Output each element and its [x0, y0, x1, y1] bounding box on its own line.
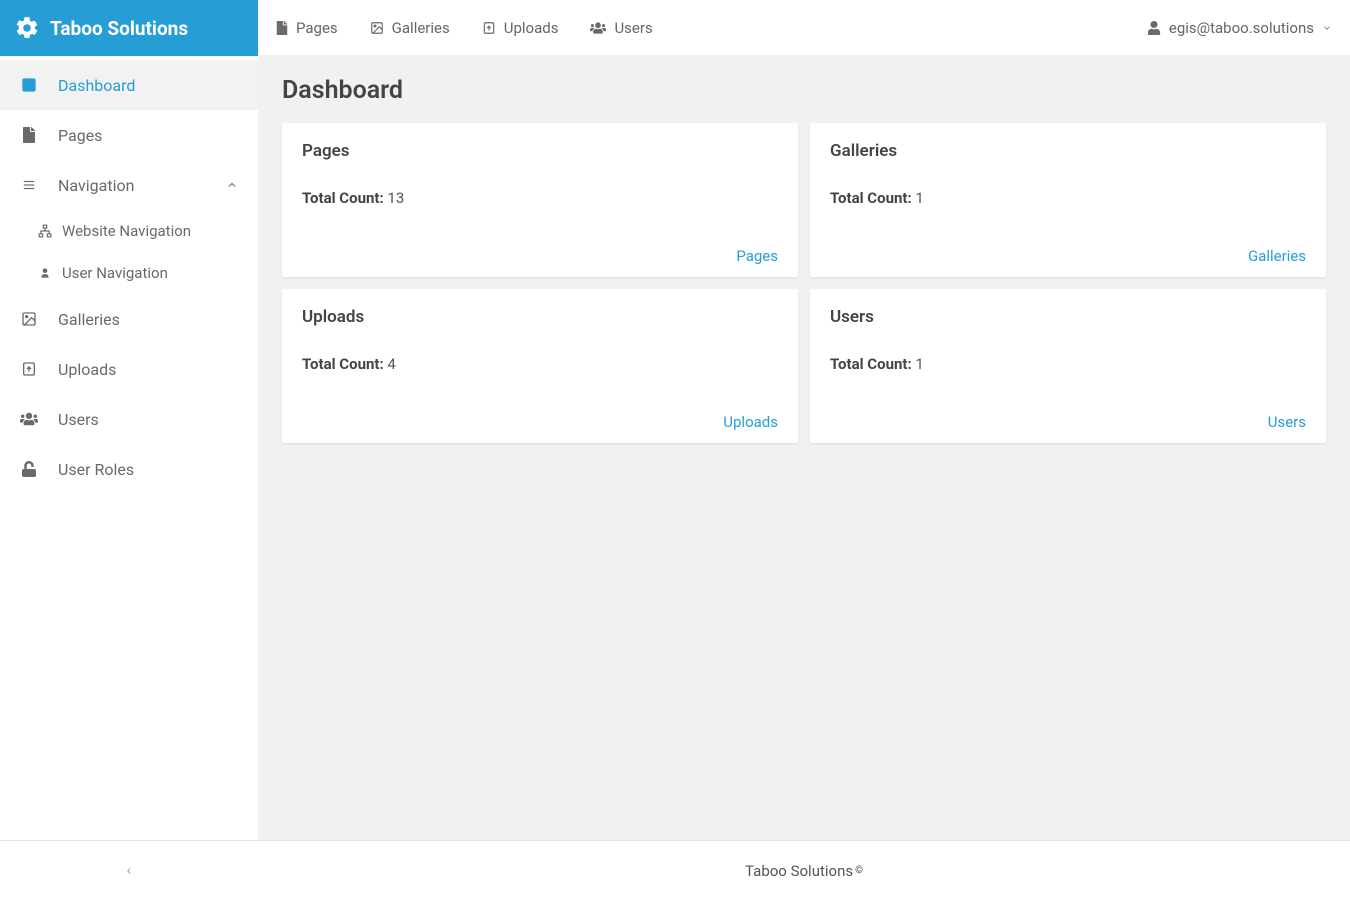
- card-link-users[interactable]: Users: [1268, 413, 1306, 431]
- sidebar-item-label: Dashboard: [58, 76, 135, 95]
- dashboard-icon: [20, 77, 38, 93]
- topnav-item-galleries[interactable]: Galleries: [370, 19, 450, 37]
- sidebar-item-pages[interactable]: Pages: [0, 110, 258, 160]
- count-label: Total Count:: [302, 355, 387, 373]
- users-icon: [590, 21, 606, 35]
- card-link-galleries[interactable]: Galleries: [1248, 247, 1306, 265]
- sidebar-nav: Dashboard Pages Navigation: [0, 56, 258, 494]
- sidebar: Taboo Solutions Dashboard Pages Navigati…: [0, 0, 258, 900]
- upload-icon: [20, 361, 38, 377]
- card-title: Galleries: [830, 141, 1306, 161]
- bars-icon: [20, 178, 38, 192]
- card-title: Pages: [302, 141, 778, 161]
- footer-symbol: ©: [855, 865, 863, 876]
- topnav-item-label: Users: [614, 19, 652, 37]
- count-label: Total Count:: [302, 189, 387, 207]
- brand-name: Taboo Solutions: [50, 17, 188, 40]
- image-icon: [20, 311, 38, 327]
- topnav-item-uploads[interactable]: Uploads: [482, 19, 559, 37]
- sidebar-item-label: Users: [58, 410, 99, 429]
- count-value: 1: [915, 189, 923, 207]
- topnav-item-label: Galleries: [392, 19, 450, 37]
- sidebar-subitem-website-navigation[interactable]: Website Navigation: [38, 210, 258, 252]
- content: Dashboard Pages Total Count: 13 Pages Ga…: [258, 56, 1350, 900]
- cards-grid: Pages Total Count: 13 Pages Galleries To…: [282, 123, 1326, 443]
- file-icon: [276, 21, 288, 35]
- card-body: Total Count: 1: [830, 189, 1306, 247]
- count-label: Total Count:: [830, 355, 915, 373]
- card-title: Uploads: [302, 307, 778, 327]
- topnav-item-pages[interactable]: Pages: [276, 19, 338, 37]
- chevron-up-icon: [226, 179, 238, 191]
- topnav-item-label: Pages: [296, 19, 338, 37]
- sidebar-item-uploads[interactable]: Uploads: [0, 344, 258, 394]
- unlock-icon: [20, 461, 38, 477]
- count-label: Total Count:: [830, 189, 915, 207]
- topnav-item-label: Uploads: [504, 19, 559, 37]
- gears-icon: [14, 15, 40, 41]
- page-title: Dashboard: [282, 76, 1326, 105]
- sidebar-item-label: Pages: [58, 126, 102, 145]
- user-email: egis@taboo.solutions: [1169, 19, 1314, 37]
- card-link-uploads[interactable]: Uploads: [723, 413, 778, 431]
- sidebar-item-dashboard[interactable]: Dashboard: [0, 60, 258, 110]
- count-value: 4: [387, 355, 395, 373]
- upload-icon: [482, 21, 496, 35]
- sidebar-item-label: User Roles: [58, 460, 134, 479]
- sidebar-subnav-navigation: Website Navigation User Navigation: [0, 210, 258, 294]
- image-icon: [370, 21, 384, 35]
- users-icon: [20, 411, 38, 427]
- card-users: Users Total Count: 1 Users: [810, 289, 1326, 443]
- card-pages: Pages Total Count: 13 Pages: [282, 123, 798, 277]
- sidebar-item-label: Uploads: [58, 360, 116, 379]
- sidebar-item-user-roles[interactable]: User Roles: [0, 444, 258, 494]
- sidebar-item-galleries[interactable]: Galleries: [0, 294, 258, 344]
- card-galleries: Galleries Total Count: 1 Galleries: [810, 123, 1326, 277]
- topnav-item-users[interactable]: Users: [590, 19, 652, 37]
- file-icon: [20, 127, 38, 143]
- sidebar-subitem-user-navigation[interactable]: User Navigation: [38, 252, 258, 294]
- user-icon: [1147, 21, 1161, 35]
- card-body: Total Count: 1: [830, 355, 1306, 413]
- sidebar-collapse-button[interactable]: [0, 840, 258, 900]
- main: Pages Galleries Uploads Users egis@taboo…: [258, 0, 1350, 900]
- card-body: Total Count: 4: [302, 355, 778, 413]
- card-body: Total Count: 13: [302, 189, 778, 247]
- card-uploads: Uploads Total Count: 4 Uploads: [282, 289, 798, 443]
- card-title: Users: [830, 307, 1306, 327]
- footer-text: Taboo Solutions: [745, 862, 853, 880]
- count-value: 1: [915, 355, 923, 373]
- sitemap-icon: [38, 224, 52, 238]
- count-value: 13: [387, 189, 404, 207]
- user-menu[interactable]: egis@taboo.solutions: [1147, 19, 1332, 37]
- sidebar-subitem-label: Website Navigation: [62, 222, 191, 240]
- topbar: Pages Galleries Uploads Users egis@taboo…: [258, 0, 1350, 56]
- sidebar-item-navigation[interactable]: Navigation: [0, 160, 258, 210]
- brand[interactable]: Taboo Solutions: [0, 0, 258, 56]
- footer: Taboo Solutions ©: [258, 840, 1350, 900]
- chevron-left-icon: [124, 864, 134, 878]
- sidebar-item-label: Galleries: [58, 310, 120, 329]
- user-pin-icon: [38, 266, 52, 280]
- sidebar-item-label: Navigation: [58, 176, 134, 195]
- chevron-down-icon: [1322, 23, 1332, 33]
- sidebar-subitem-label: User Navigation: [62, 264, 168, 282]
- sidebar-item-users[interactable]: Users: [0, 394, 258, 444]
- card-link-pages[interactable]: Pages: [736, 247, 778, 265]
- topnav: Pages Galleries Uploads Users: [276, 19, 653, 37]
